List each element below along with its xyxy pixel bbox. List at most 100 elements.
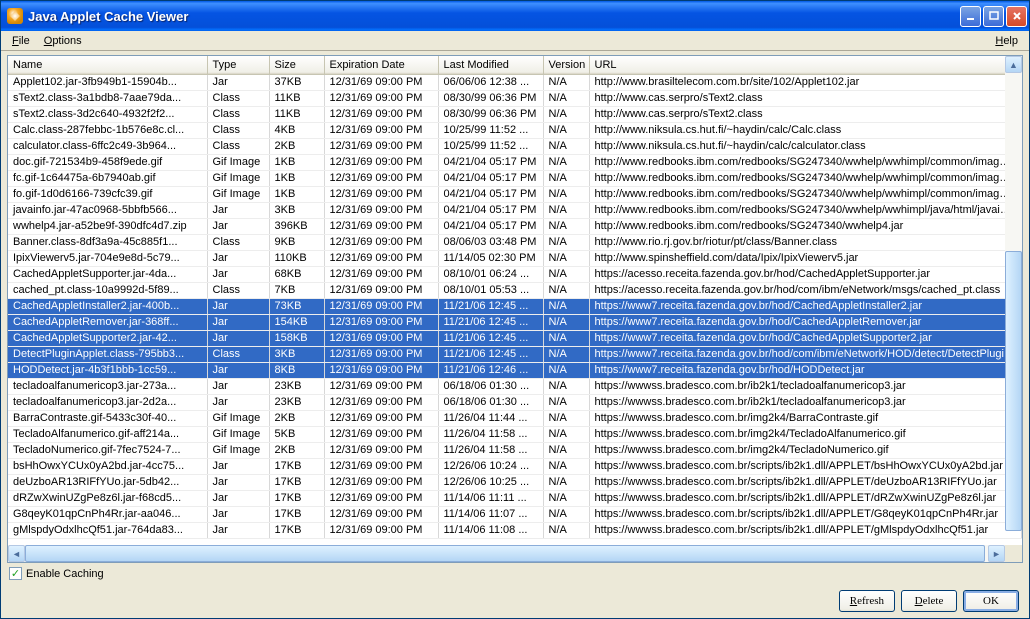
cell-mod: 12/26/06 10:24 ...: [438, 458, 543, 474]
cell-type: Jar: [207, 298, 269, 314]
cell-type: Class: [207, 106, 269, 122]
cell-url: https://www7.receita.fazenda.gov.br/hod/…: [589, 314, 1022, 330]
close-button[interactable]: [1006, 6, 1027, 27]
table-row[interactable]: CachedAppletSupporter2.jar-42...Jar158KB…: [8, 330, 1022, 346]
cell-name: TecladoAlfanumerico.gif-aff214a...: [8, 426, 207, 442]
table-row[interactable]: CachedAppletInstaller2.jar-400b...Jar73K…: [8, 298, 1022, 314]
table-row[interactable]: Banner.class-8df3a9a-45c885f1...Class9KB…: [8, 234, 1022, 250]
table-row[interactable]: Calc.class-287febbc-1b576e8c.cl...Class4…: [8, 122, 1022, 138]
cell-type: Jar: [207, 202, 269, 218]
cell-name: dRZwXwinUZgPe8z6l.jar-f68cd5...: [8, 490, 207, 506]
cell-type: Gif Image: [207, 426, 269, 442]
cell-exp: 12/31/69 09:00 PM: [324, 314, 438, 330]
table-row[interactable]: fo.gif-1d0d6166-739cfc39.gifGif Image1KB…: [8, 186, 1022, 202]
cell-size: 3KB: [269, 202, 324, 218]
cell-ver: N/A: [543, 106, 589, 122]
scroll-right-icon[interactable]: ►: [988, 545, 1005, 562]
table-row[interactable]: cached_pt.class-10a9992d-5f89...Class7KB…: [8, 282, 1022, 298]
cell-name: IpixViewerv5.jar-704e9e8d-5c79...: [8, 250, 207, 266]
col-size[interactable]: Size: [269, 56, 324, 74]
table-row[interactable]: CachedAppletSupporter.jar-4da...Jar68KB1…: [8, 266, 1022, 282]
cell-mod: 11/14/06 11:08 ...: [438, 522, 543, 538]
cell-ver: N/A: [543, 362, 589, 378]
cell-url: http://www.redbooks.ibm.com/redbooks/SG2…: [589, 218, 1022, 234]
table-row[interactable]: TecladoNumerico.gif-7fec7524-7...Gif Ima…: [8, 442, 1022, 458]
table-row[interactable]: tecladoalfanumericop3.jar-2d2a...Jar23KB…: [8, 394, 1022, 410]
cell-name: CachedAppletSupporter.jar-4da...: [8, 266, 207, 282]
cell-mod: 11/26/04 11:58 ...: [438, 426, 543, 442]
scroll-thumb[interactable]: [1005, 251, 1022, 531]
vertical-scrollbar[interactable]: ▲ ▼: [1005, 56, 1022, 528]
col-expiration[interactable]: Expiration Date: [324, 56, 438, 74]
cell-url: http://www.redbooks.ibm.com/redbooks/SG2…: [589, 186, 1022, 202]
minimize-button[interactable]: [960, 6, 981, 27]
table-row[interactable]: bsHhOwxYCUx0yA2bd.jar-4cc75...Jar17KB12/…: [8, 458, 1022, 474]
table-row[interactable]: tecladoalfanumericop3.jar-273a...Jar23KB…: [8, 378, 1022, 394]
table-row[interactable]: sText2.class-3d2c640-4932f2f2...Class11K…: [8, 106, 1022, 122]
col-modified[interactable]: Last Modified: [438, 56, 543, 74]
cell-mod: 11/21/06 12:45 ...: [438, 314, 543, 330]
cell-type: Jar: [207, 314, 269, 330]
table-row[interactable]: TecladoAlfanumerico.gif-aff214a...Gif Im…: [8, 426, 1022, 442]
ok-button[interactable]: OK: [963, 590, 1019, 612]
delete-button[interactable]: Delete: [901, 590, 957, 612]
cell-type: Jar: [207, 522, 269, 538]
cell-name: Banner.class-8df3a9a-45c885f1...: [8, 234, 207, 250]
cell-size: 396KB: [269, 218, 324, 234]
cell-type: Jar: [207, 458, 269, 474]
cell-mod: 11/14/06 11:11 ...: [438, 490, 543, 506]
menu-options[interactable]: Options: [37, 33, 89, 49]
horizontal-scrollbar[interactable]: ◄ ►: [8, 545, 1022, 562]
refresh-button[interactable]: Refresh: [839, 590, 895, 612]
cell-type: Jar: [207, 394, 269, 410]
table-row[interactable]: CachedAppletRemover.jar-368ff...Jar154KB…: [8, 314, 1022, 330]
delete-label-rest: elete: [923, 595, 944, 607]
menu-help[interactable]: Help: [988, 33, 1025, 49]
cell-mod: 04/21/04 05:17 PM: [438, 218, 543, 234]
cell-type: Gif Image: [207, 442, 269, 458]
maximize-button[interactable]: [983, 6, 1004, 27]
hscroll-thumb[interactable]: [25, 545, 985, 562]
cell-size: 4KB: [269, 122, 324, 138]
cell-size: 17KB: [269, 522, 324, 538]
enable-caching-checkbox[interactable]: ✓ Enable Caching: [9, 567, 104, 580]
table-row[interactable]: DetectPluginApplet.class-795bb3...Class3…: [8, 346, 1022, 362]
cell-url: https://wwwss.bradesco.com.br/ib2k1/tecl…: [589, 394, 1022, 410]
table-row[interactable]: gMlspdyOdxlhcQf51.jar-764da83...Jar17KB1…: [8, 522, 1022, 538]
table-row[interactable]: doc.gif-721534b9-458f9ede.gifGif Image1K…: [8, 154, 1022, 170]
cell-name: BarraContraste.gif-5433c30f-40...: [8, 410, 207, 426]
col-name[interactable]: Name: [8, 56, 207, 74]
col-url[interactable]: URL: [589, 56, 1022, 74]
table-row[interactable]: IpixViewerv5.jar-704e9e8d-5c79...Jar110K…: [8, 250, 1022, 266]
scroll-left-icon[interactable]: ◄: [8, 545, 25, 562]
cell-url: https://wwwss.bradesco.com.br/img2k4/Tec…: [589, 442, 1022, 458]
table-row[interactable]: G8qeyK01qpCnPh4Rr.jar-aa046...Jar17KB12/…: [8, 506, 1022, 522]
table-row[interactable]: javainfo.jar-47ac0968-5bbfb566...Jar3KB1…: [8, 202, 1022, 218]
table-row[interactable]: HODDetect.jar-4b3f1bbb-1cc59...Jar8KB12/…: [8, 362, 1022, 378]
table-row[interactable]: dRZwXwinUZgPe8z6l.jar-f68cd5...Jar17KB12…: [8, 490, 1022, 506]
cell-exp: 12/31/69 09:00 PM: [324, 522, 438, 538]
cell-size: 2KB: [269, 442, 324, 458]
cell-size: 7KB: [269, 282, 324, 298]
cell-size: 2KB: [269, 138, 324, 154]
table-row[interactable]: sText2.class-3a1bdb8-7aae79da...Class11K…: [8, 90, 1022, 106]
menu-file[interactable]: File: [5, 33, 37, 49]
table-row[interactable]: Applet102.jar-3fb949b1-15904b...Jar37KB1…: [8, 74, 1022, 90]
cell-mod: 08/10/01 06:24 ...: [438, 266, 543, 282]
col-version[interactable]: Version: [543, 56, 589, 74]
cell-url: https://www7.receita.fazenda.gov.br/hod/…: [589, 346, 1022, 362]
col-type[interactable]: Type: [207, 56, 269, 74]
titlebar[interactable]: Java Applet Cache Viewer: [1, 1, 1029, 31]
scroll-up-icon[interactable]: ▲: [1005, 56, 1022, 73]
cell-type: Jar: [207, 378, 269, 394]
table-row[interactable]: wwhelp4.jar-a52be9f-390dfc4d7.zipJar396K…: [8, 218, 1022, 234]
table-row[interactable]: fc.gif-1c64475a-6b7940ab.gifGif Image1KB…: [8, 170, 1022, 186]
table-row[interactable]: calculator.class-6ffc2c49-3b964...Class2…: [8, 138, 1022, 154]
table-row[interactable]: deUzboAR13RIFfYUo.jar-5db42...Jar17KB12/…: [8, 474, 1022, 490]
table-row[interactable]: BarraContraste.gif-5433c30f-40...Gif Ima…: [8, 410, 1022, 426]
cell-mod: 11/21/06 12:45 ...: [438, 298, 543, 314]
cell-name: javainfo.jar-47ac0968-5bbfb566...: [8, 202, 207, 218]
cell-mod: 08/30/99 06:36 PM: [438, 106, 543, 122]
ok-label: OK: [983, 595, 999, 607]
cell-ver: N/A: [543, 394, 589, 410]
